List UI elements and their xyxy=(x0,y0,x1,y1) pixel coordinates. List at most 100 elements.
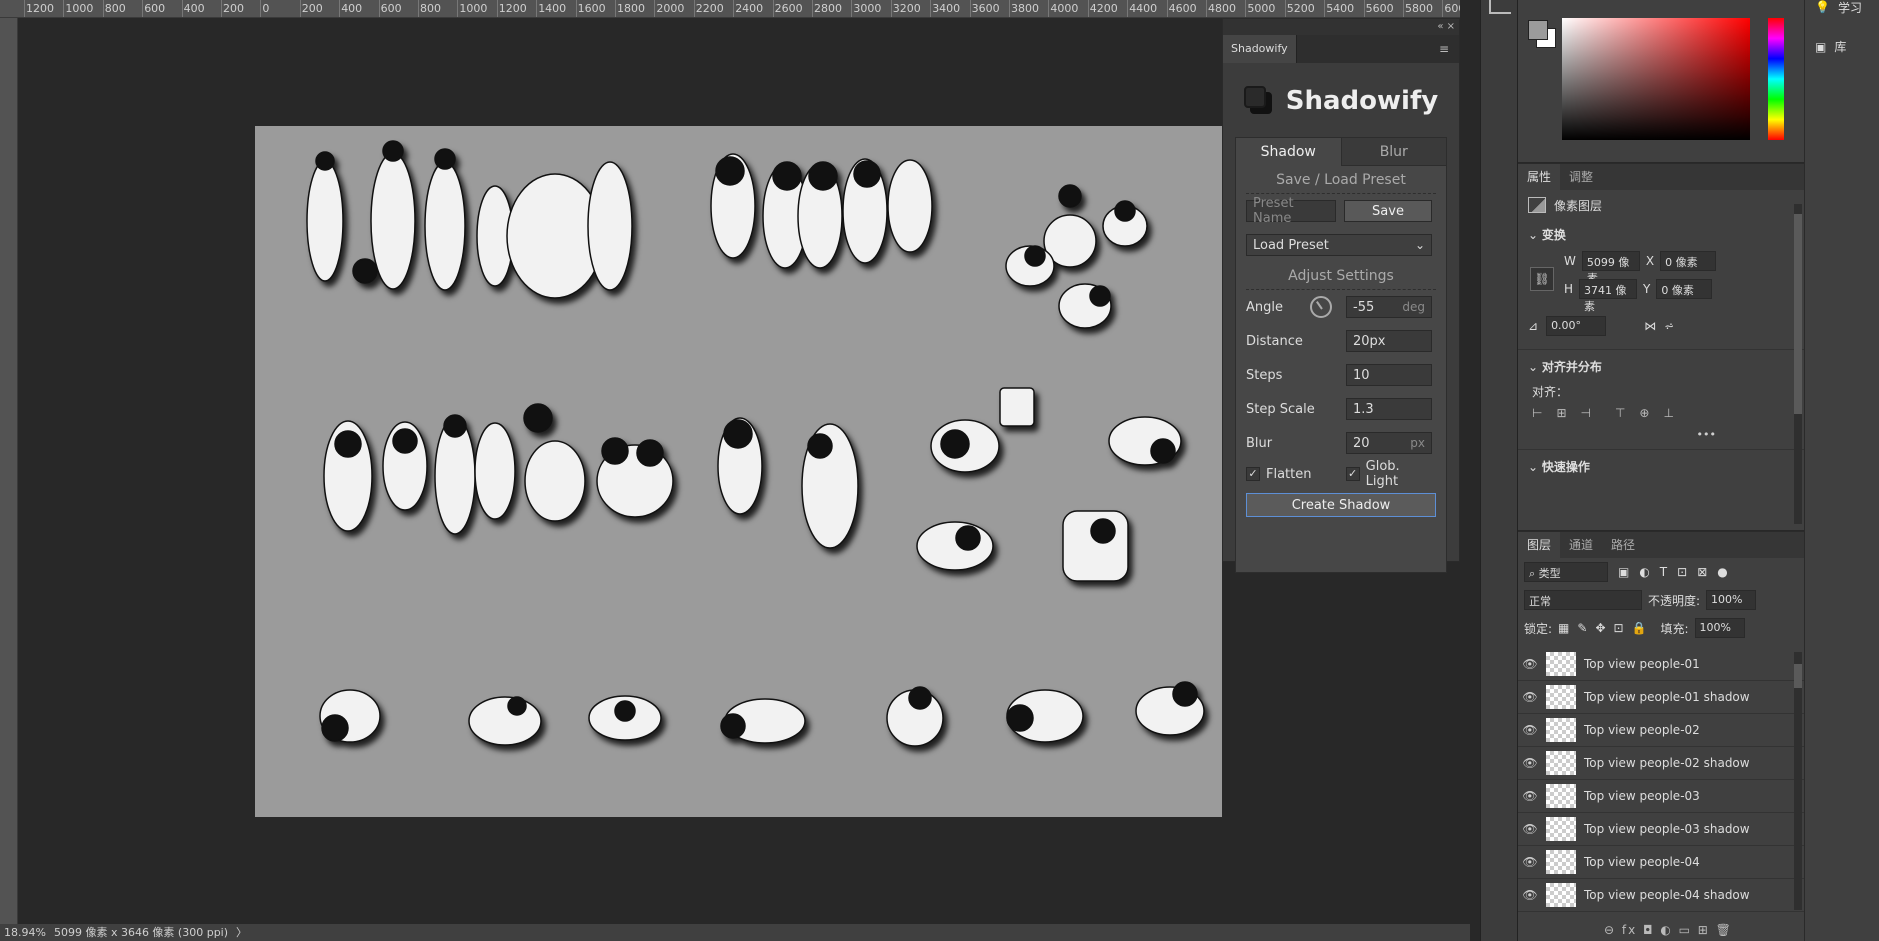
stepscale-input[interactable]: 1.3 xyxy=(1346,398,1432,420)
people-row-bottom xyxy=(319,681,1205,747)
height-field[interactable]: 3741 像素 xyxy=(1579,279,1638,313)
top-ruler[interactable]: 1200 1000 800 600 400 200 0 200 400 600 800 1000 120… xyxy=(0,0,1470,18)
people-group-beach xyxy=(306,140,633,299)
tab-adjustments[interactable]: 调整 xyxy=(1560,164,1602,190)
layer-row[interactable]: 👁 Top view people-01 xyxy=(1518,648,1804,681)
align-left-icon[interactable]: ⊢ xyxy=(1532,406,1542,420)
layer-row[interactable]: 👁 Top view people-03 shadow xyxy=(1518,813,1804,846)
distance-input[interactable]: 20px xyxy=(1346,330,1432,352)
history-icon[interactable] xyxy=(1489,0,1511,14)
align-bottom-icon[interactable]: ⊥ xyxy=(1663,406,1673,420)
glob-light-checkbox[interactable]: ✓ Glob. Light xyxy=(1345,459,1436,489)
layer-row[interactable]: 👁 Top view people-02 shadow xyxy=(1518,747,1804,780)
eye-icon[interactable]: 👁 xyxy=(1518,888,1542,902)
layer-row[interactable]: 👁 Top view people-03 xyxy=(1518,780,1804,813)
align-center-h-icon[interactable]: ⊞ xyxy=(1556,406,1566,420)
blur-input[interactable]: 20 px xyxy=(1346,432,1432,454)
ruler-tick-label: 5200 xyxy=(1286,2,1315,15)
eye-icon[interactable]: 👁 xyxy=(1518,657,1542,671)
hue-slider[interactable] xyxy=(1768,18,1784,140)
ruler-tick-label: 5000 xyxy=(1247,2,1276,15)
ruler-mark xyxy=(496,0,498,17)
search-icon: ⌕ xyxy=(1529,567,1539,580)
flip-vertical-icon[interactable]: ⩫ xyxy=(1664,319,1674,333)
flatten-checkbox[interactable]: ✓ Flatten xyxy=(1246,467,1346,482)
preset-name-input[interactable]: Preset Name xyxy=(1246,196,1336,226)
layers-scrollbar[interactable] xyxy=(1794,652,1802,910)
angle-input[interactable]: -55 deg xyxy=(1346,296,1432,318)
angle-label: Angle xyxy=(1246,299,1283,315)
link-icon[interactable]: ⛓ xyxy=(1530,267,1554,291)
rotation-field[interactable]: 0.00° xyxy=(1546,316,1607,336)
layers-footer-icons[interactable]: ⊖ fx ◘ ◐ ▭ ⊞ 🗑 xyxy=(1604,923,1733,937)
tab-layers[interactable]: 图层 xyxy=(1518,532,1561,558)
opacity-field[interactable]: 100% xyxy=(1706,590,1757,610)
collapse-close-icons[interactable]: « × xyxy=(1437,21,1455,32)
ruler-tick-label: 2000 xyxy=(656,2,685,15)
filter-icons[interactable]: ▣◐T⊡⊠● xyxy=(1618,565,1738,579)
fg-bg-swatches[interactable] xyxy=(1528,20,1558,50)
quick-actions-title[interactable]: ⌄ 快速操作 xyxy=(1518,449,1804,483)
layer-name: Top view people-03 xyxy=(1584,789,1700,803)
align-section-title[interactable]: ⌄ 对齐并分布 xyxy=(1518,349,1804,383)
eye-icon[interactable]: 👁 xyxy=(1518,690,1542,704)
align-middle-v-icon[interactable]: ⊕ xyxy=(1639,406,1649,420)
layer-filter-dropdown[interactable]: ⌕ 类型 xyxy=(1524,562,1608,582)
color-field[interactable] xyxy=(1562,18,1750,140)
properties-scrollbar[interactable] xyxy=(1794,204,1802,524)
ruler-tick-label: 0 xyxy=(262,2,270,15)
eye-icon[interactable]: 👁 xyxy=(1518,855,1542,869)
learn-item[interactable]: 💡 学习 xyxy=(1805,0,1879,15)
transform-section-title[interactable]: ⌄ 变换 xyxy=(1518,220,1804,249)
library-item[interactable]: ▣ 库 xyxy=(1805,14,1879,55)
document-info[interactable]: 5099 像素 x 3646 像素 (300 ppi) xyxy=(50,926,232,939)
eye-icon[interactable]: 👁 xyxy=(1518,723,1542,737)
tab-channels[interactable]: 通道 xyxy=(1560,532,1602,558)
ruler-mark xyxy=(24,0,25,17)
people-group-standing xyxy=(710,153,933,269)
lock-icons[interactable]: ▦✎✥⊡🔒 xyxy=(1558,621,1654,635)
align-right-icon[interactable]: ⊣ xyxy=(1581,406,1591,420)
left-ruler[interactable] xyxy=(0,18,18,924)
fill-field[interactable]: 100% xyxy=(1694,618,1745,638)
x-field[interactable]: 0 像素 xyxy=(1660,251,1717,271)
tab-blur[interactable]: Blur xyxy=(1340,138,1446,166)
layer-thumbnail xyxy=(1546,817,1576,841)
steps-input[interactable]: 10 xyxy=(1346,364,1432,386)
save-button[interactable]: Save xyxy=(1344,200,1432,222)
load-preset-dropdown[interactable]: Load Preset ⌄ xyxy=(1246,234,1432,256)
layer-name: Top view people-04 xyxy=(1584,855,1700,869)
document-canvas[interactable] xyxy=(255,126,1222,817)
y-field[interactable]: 0 像素 xyxy=(1656,279,1713,299)
flip-horizontal-icon[interactable]: ⋈ xyxy=(1644,319,1656,333)
eye-icon[interactable]: 👁 xyxy=(1518,789,1542,803)
tab-properties[interactable]: 属性 xyxy=(1518,164,1561,190)
more-options-icon[interactable]: ••• xyxy=(1518,428,1804,441)
layer-row[interactable]: 👁 Top view people-04 shadow xyxy=(1518,879,1804,912)
tab-shadow[interactable]: Shadow xyxy=(1236,138,1341,166)
ruler-mark xyxy=(890,0,892,17)
tab-paths[interactable]: 路径 xyxy=(1602,532,1644,558)
panel-menu-icon[interactable]: ≡ xyxy=(1439,42,1453,56)
status-arrow-icon[interactable]: 〉 xyxy=(232,926,251,939)
align-top-icon[interactable]: ⊤ xyxy=(1615,406,1625,420)
layer-thumbnail xyxy=(1546,685,1576,709)
ruler-mark xyxy=(1009,0,1010,17)
layer-row[interactable]: 👁 Top view people-01 shadow xyxy=(1518,681,1804,714)
tab-shadowify[interactable]: Shadowify xyxy=(1223,35,1297,63)
ruler-tick-label: 1800 xyxy=(617,2,645,15)
eye-icon[interactable]: 👁 xyxy=(1518,822,1542,836)
zoom-level[interactable]: 18.94% xyxy=(0,926,50,939)
layer-row[interactable]: 👁 Top view people-02 xyxy=(1518,714,1804,747)
blend-mode-dropdown[interactable]: 正常 xyxy=(1524,590,1642,610)
layer-row[interactable]: 👁 Top view people-04 xyxy=(1518,846,1804,879)
eye-icon[interactable]: 👁 xyxy=(1518,756,1542,770)
ruler-tick-label: 1200 xyxy=(26,2,54,15)
lightbulb-icon: 💡 xyxy=(1815,0,1830,14)
person-lounging xyxy=(916,521,994,571)
width-field[interactable]: 5099 像素 xyxy=(1581,251,1640,285)
ruler-mark xyxy=(1284,0,1286,17)
create-shadow-button[interactable]: Create Shadow xyxy=(1246,493,1436,517)
angle-dial-icon[interactable] xyxy=(1310,296,1332,318)
status-bar: 18.94% 5099 像素 x 3646 像素 (300 ppi) 〉 xyxy=(0,924,1470,941)
